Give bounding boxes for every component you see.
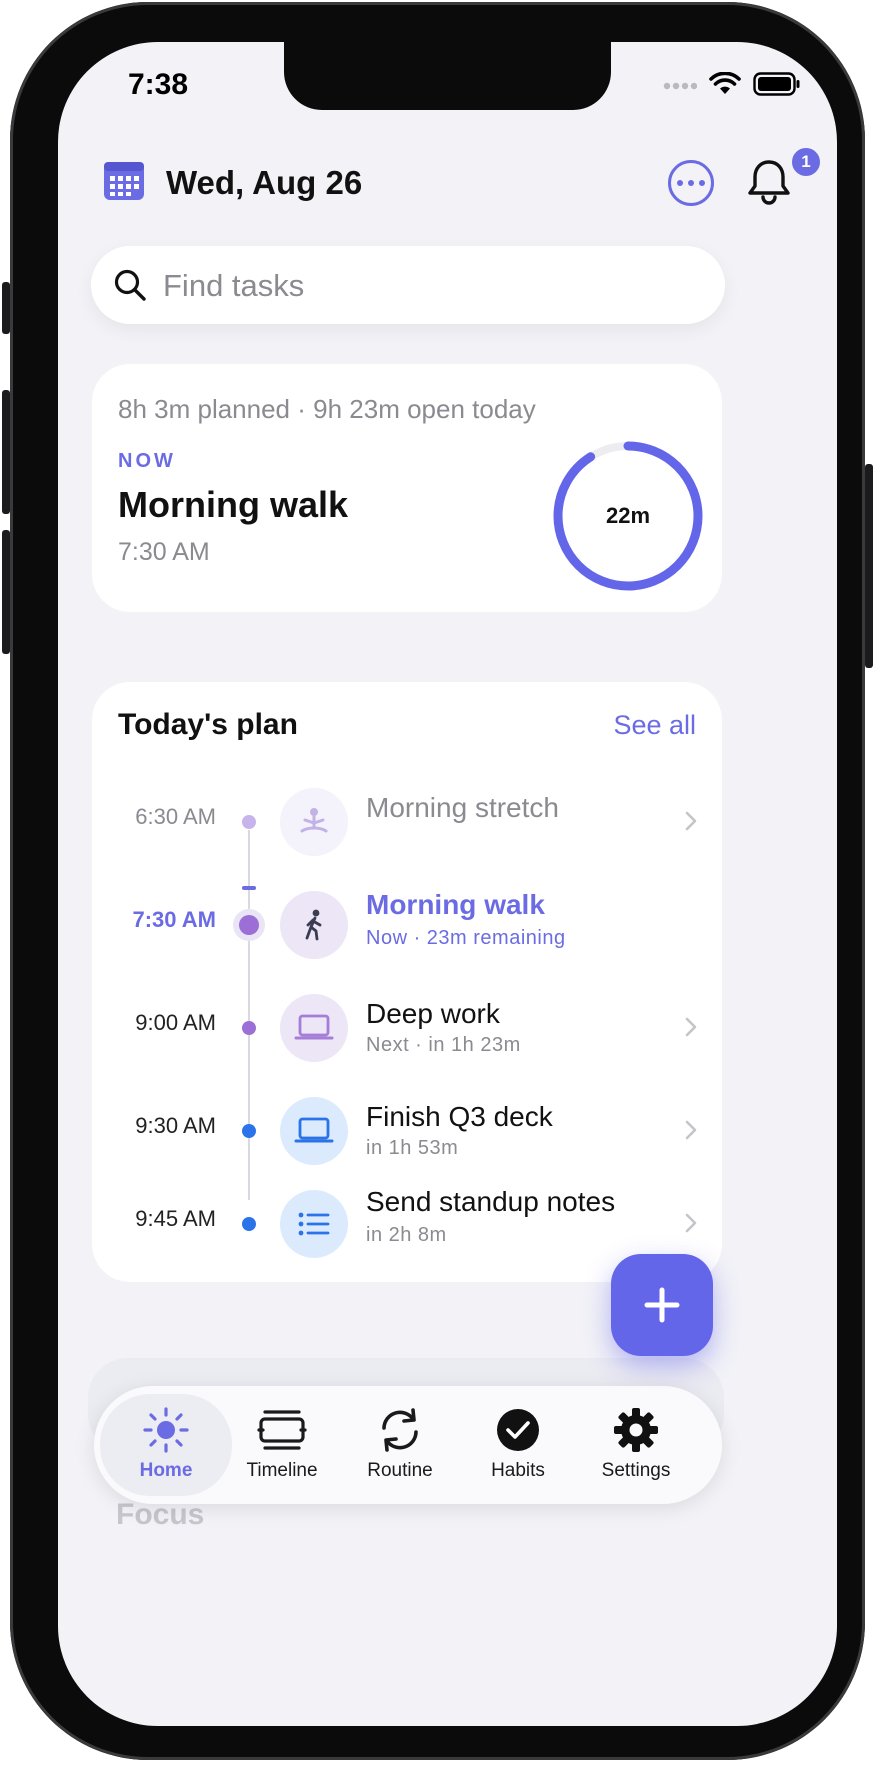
plan-item-time: 6:30 AM [135,804,216,829]
battery-icon [753,72,801,101]
more-dot [688,180,694,186]
status-icons [663,71,801,101]
chevron-right-icon [684,1119,698,1146]
header: Wed, Aug 26 1 [102,146,822,214]
plan-item-status: Next · in 1h 23m [366,1034,521,1056]
signal-icon [663,78,698,96]
search-input[interactable] [161,264,685,308]
timeline-icon [257,1404,307,1456]
tab-home[interactable]: Home [100,1394,232,1496]
todays-plan-card: Today's plan See all 6:30 AM Morning str… [92,682,722,1282]
plan-item-time: 9:00 AM [135,1010,216,1035]
current-task-time: 7:30 AM [118,538,210,566]
timeline-dot [242,1021,256,1035]
date-title[interactable]: Wed, Aug 26 [166,164,362,202]
walking-icon [305,909,322,941]
calendar-icon[interactable] [102,160,146,207]
tab-routine[interactable]: Routine [340,1394,460,1496]
sun-icon [142,1404,190,1456]
plan-item-name: Morning stretch [366,792,559,823]
more-dot [699,180,705,186]
more-button[interactable] [668,160,714,206]
tab-label: Timeline [246,1460,318,1481]
add-task-button[interactable] [611,1254,713,1356]
plan-item-icon [280,1097,348,1165]
phone-frame: 7:38 Wed, Aug 26 1 Find tasks 8h 3m plan… [10,2,865,1760]
plan-item-name: Morning walk [366,889,545,920]
plan-item-name: Deep work [366,998,500,1029]
tab-label: Settings [601,1460,671,1481]
list-icon [298,1212,330,1236]
chevron-right-icon [684,1016,698,1043]
search-bar[interactable] [91,246,725,324]
see-all-link[interactable]: See all [613,710,696,741]
timeline-dot [242,1124,256,1138]
chevron-right-icon [684,810,698,837]
status-time: 7:38 [128,68,189,101]
plan-item-status: in 2h 8m [366,1224,447,1246]
plan-item-morning-stretch[interactable]: 6:30 AM Morning stretch [92,782,722,862]
tab-bar: Home Timeline Routine Habits Settings [94,1386,722,1504]
volume-down-button [2,530,10,654]
screen: 7:38 Wed, Aug 26 1 Find tasks 8h 3m plan… [58,42,837,1726]
tab-settings[interactable]: Settings [576,1394,696,1496]
plan-item-send-standup-notes[interactable]: 9:45 AM Send standup notes in 2h 8m [92,1184,722,1264]
power-button [865,464,873,668]
current-task-title: Morning walk [118,484,349,525]
now-card[interactable]: 8h 3m planned · 9h 23m open today NOW Mo… [92,364,722,612]
timeline-dot [239,915,259,935]
plan-title: Today's plan [118,708,298,741]
plan-item-icon [280,891,348,959]
plan-item-deep-work[interactable]: 9:00 AM Deep work Next · in 1h 23m [92,988,722,1068]
laptop-icon [294,1014,334,1040]
wifi-icon [709,71,741,101]
volume-up-button [2,390,10,514]
tab-label: Routine [367,1460,433,1481]
tab-label: Home [139,1460,193,1481]
meditation-icon [300,808,328,833]
day-summary: 8h 3m planned · 9h 23m open today [118,394,536,424]
laptop-icon [294,1117,334,1143]
notification-badge: 1 [790,146,822,178]
plan-item-icon [280,788,348,856]
timeline-dot [242,1217,256,1231]
plan-item-status: in 1h 53m [366,1137,459,1159]
search-icon [113,268,147,307]
plan-item-finish-q3-deck[interactable]: 9:30 AM Finish Q3 deck in 1h 53m [92,1091,722,1171]
gear-icon [612,1404,660,1456]
check-circle-icon [495,1404,541,1456]
repeat-icon [376,1404,424,1456]
plan-item-name: Finish Q3 deck [366,1101,553,1132]
plan-item-icon [280,994,348,1062]
tab-label: Habits [491,1460,545,1481]
plan-item-icon [280,1190,348,1258]
tab-timeline[interactable]: Timeline [222,1394,342,1496]
plan-item-time: 9:45 AM [135,1206,216,1231]
tab-habits[interactable]: Habits [458,1394,578,1496]
chevron-right-icon [684,1212,698,1239]
plus-icon [644,1287,680,1323]
remaining-time: 22m [605,503,651,528]
action-button [2,282,10,334]
now-tag: NOW [118,450,176,472]
bell-icon[interactable] [746,158,792,211]
timeline-dot [242,815,256,829]
plan-item-status: Now · 23m remaining [366,927,566,949]
dynamic-island [284,42,611,110]
plan-item-time: 9:30 AM [135,1113,216,1138]
plan-item-time: 7:30 AM [132,907,216,932]
plan-item-morning-walk[interactable]: 7:30 AM Morning walk Now · 23m remaining [92,885,722,965]
plan-item-name: Send standup notes [366,1186,616,1217]
more-dot [677,180,683,186]
